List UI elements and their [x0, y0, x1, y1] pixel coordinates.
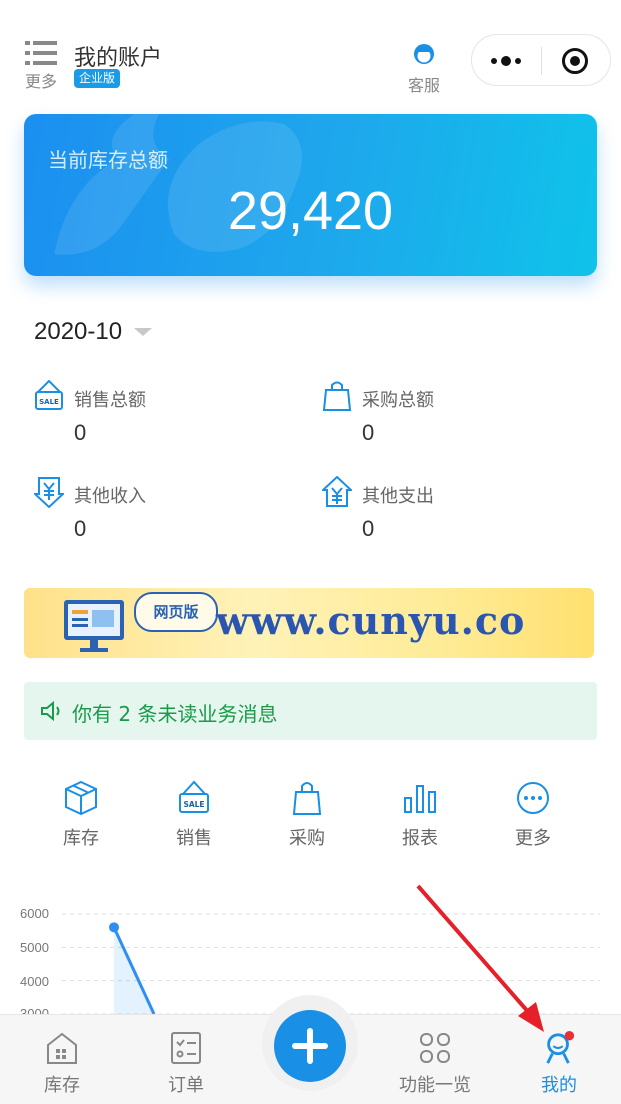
stat-value: 0	[362, 516, 375, 541]
func-label: 库存	[63, 828, 99, 849]
svg-text:SALE: SALE	[183, 800, 204, 809]
caret-down-icon[interactable]	[134, 328, 152, 336]
customer-service-icon	[414, 44, 434, 64]
web-version-tag: 网页版	[134, 592, 218, 632]
capsule-divider	[541, 47, 542, 75]
stat-label: 其他收入	[74, 486, 146, 507]
shopping-bag-icon	[292, 782, 322, 815]
close-target-icon[interactable]	[560, 46, 590, 76]
func-reports[interactable]: 报表	[375, 780, 465, 850]
notice-message: 你有 2 条未读业务消息	[72, 702, 278, 726]
plus-icon	[292, 1028, 328, 1064]
user-icon	[546, 1031, 575, 1064]
warehouse-icon	[47, 1032, 77, 1064]
yuan-out-icon	[322, 476, 352, 507]
box-icon	[65, 780, 97, 816]
func-label: 报表	[402, 828, 438, 849]
stat-label: 销售总额	[74, 390, 146, 411]
func-inventory[interactable]: 库存	[36, 780, 126, 850]
sale-tag-icon: SALE	[35, 380, 63, 410]
tab-orders[interactable]: 订单	[141, 1031, 231, 1097]
stat-value: 0	[74, 516, 87, 541]
tab-mine[interactable]: 我的	[514, 1031, 604, 1097]
tab-label: 我的	[541, 1075, 577, 1096]
stock-total-value: 29,420	[227, 181, 394, 241]
notification-dot	[564, 1031, 575, 1041]
func-purchase[interactable]: 采购	[262, 780, 352, 850]
tab-inventory[interactable]: 库存	[17, 1031, 107, 1097]
tab-label: 功能一览	[399, 1075, 471, 1096]
tab-label: 订单	[168, 1075, 204, 1096]
web-version-banner[interactable]: 网页版 www.cunyu.co	[24, 588, 594, 658]
func-sales[interactable]: SALE 销售	[149, 780, 239, 850]
stock-total-card[interactable]: 当前库存总额 29,420	[24, 114, 597, 276]
bar-chart-icon	[404, 785, 436, 813]
more-dots-icon[interactable]	[488, 49, 528, 73]
stat-label: 采购总额	[362, 390, 434, 411]
add-button[interactable]	[274, 1010, 346, 1082]
func-label: 更多	[515, 828, 551, 849]
stat-value: 0	[362, 420, 375, 445]
web-url: www.cunyu.co	[216, 598, 526, 643]
customer-service-label: 客服	[407, 76, 440, 95]
unread-message-notice[interactable]: 你有 2 条未读业务消息	[24, 682, 597, 740]
svg-text:SALE: SALE	[39, 398, 59, 406]
stat-value: 0	[74, 420, 87, 445]
period-selector[interactable]: 2020-10	[34, 318, 122, 346]
stat-label: 其他支出	[362, 486, 434, 507]
more-circle-icon	[517, 782, 549, 814]
page-title: 我的账户	[74, 46, 163, 71]
shopping-bag-icon	[322, 381, 352, 411]
speaker-icon	[41, 701, 60, 721]
list-menu-icon	[25, 41, 57, 65]
top-bar: 更多 我的账户 企业版 客服	[0, 0, 621, 110]
order-list-icon	[171, 1032, 201, 1064]
data-point	[109, 922, 119, 933]
sale-tag-icon: SALE	[179, 780, 209, 813]
stat-other-income[interactable]: 其他收入 0	[34, 476, 274, 556]
func-label: 销售	[176, 828, 212, 849]
grid-icon	[420, 1033, 450, 1063]
menu-button[interactable]: 更多	[18, 40, 64, 91]
miniprogram-capsule	[471, 34, 611, 86]
tab-all-functions[interactable]: 功能一览	[390, 1031, 480, 1097]
stat-other-expense[interactable]: 其他支出 0	[322, 476, 562, 556]
stat-purchase-total[interactable]: 采购总额 0	[322, 380, 562, 460]
monitor-icon	[64, 600, 124, 652]
stat-sales-total[interactable]: SALE 销售总额 0	[34, 380, 274, 460]
customer-service-button[interactable]: 客服	[400, 40, 448, 96]
stock-total-label: 当前库存总额	[48, 148, 168, 172]
tab-label: 库存	[44, 1075, 80, 1096]
menu-label: 更多	[24, 72, 57, 91]
edition-badge: 企业版	[74, 69, 121, 88]
yuan-in-icon	[34, 477, 64, 508]
func-more[interactable]: 更多	[488, 780, 578, 850]
func-label: 采购	[289, 828, 325, 849]
